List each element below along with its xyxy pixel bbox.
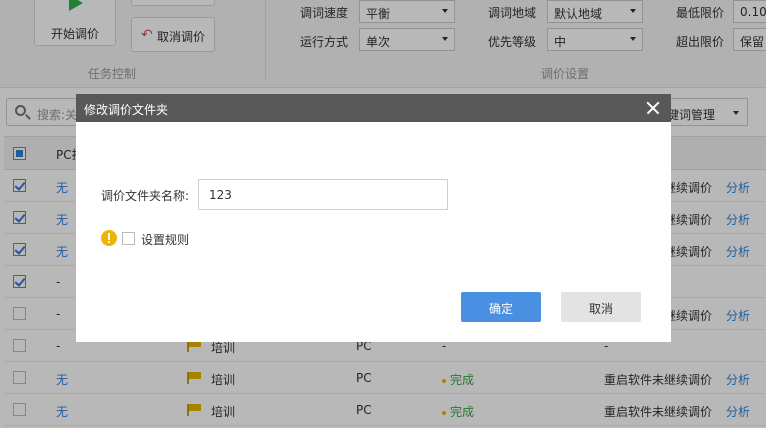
folder-name-label: 调价文件夹名称: — [101, 189, 190, 203]
dialog-title: 修改调价文件夹 — [84, 103, 169, 117]
dialog-header: 修改调价文件夹 — [76, 94, 671, 122]
close-icon[interactable] — [643, 98, 663, 118]
set-rule-label: 设置规则 — [141, 233, 190, 247]
warning-icon — [101, 230, 117, 246]
folder-name-input[interactable] — [198, 179, 448, 210]
confirm-button[interactable]: 确定 — [461, 292, 541, 322]
cancel-button[interactable]: 取消 — [561, 292, 641, 322]
edit-folder-dialog: 修改调价文件夹 调价文件夹名称: 设置规则 确定 取消 — [76, 94, 671, 342]
set-rule-checkbox[interactable] — [122, 232, 135, 245]
